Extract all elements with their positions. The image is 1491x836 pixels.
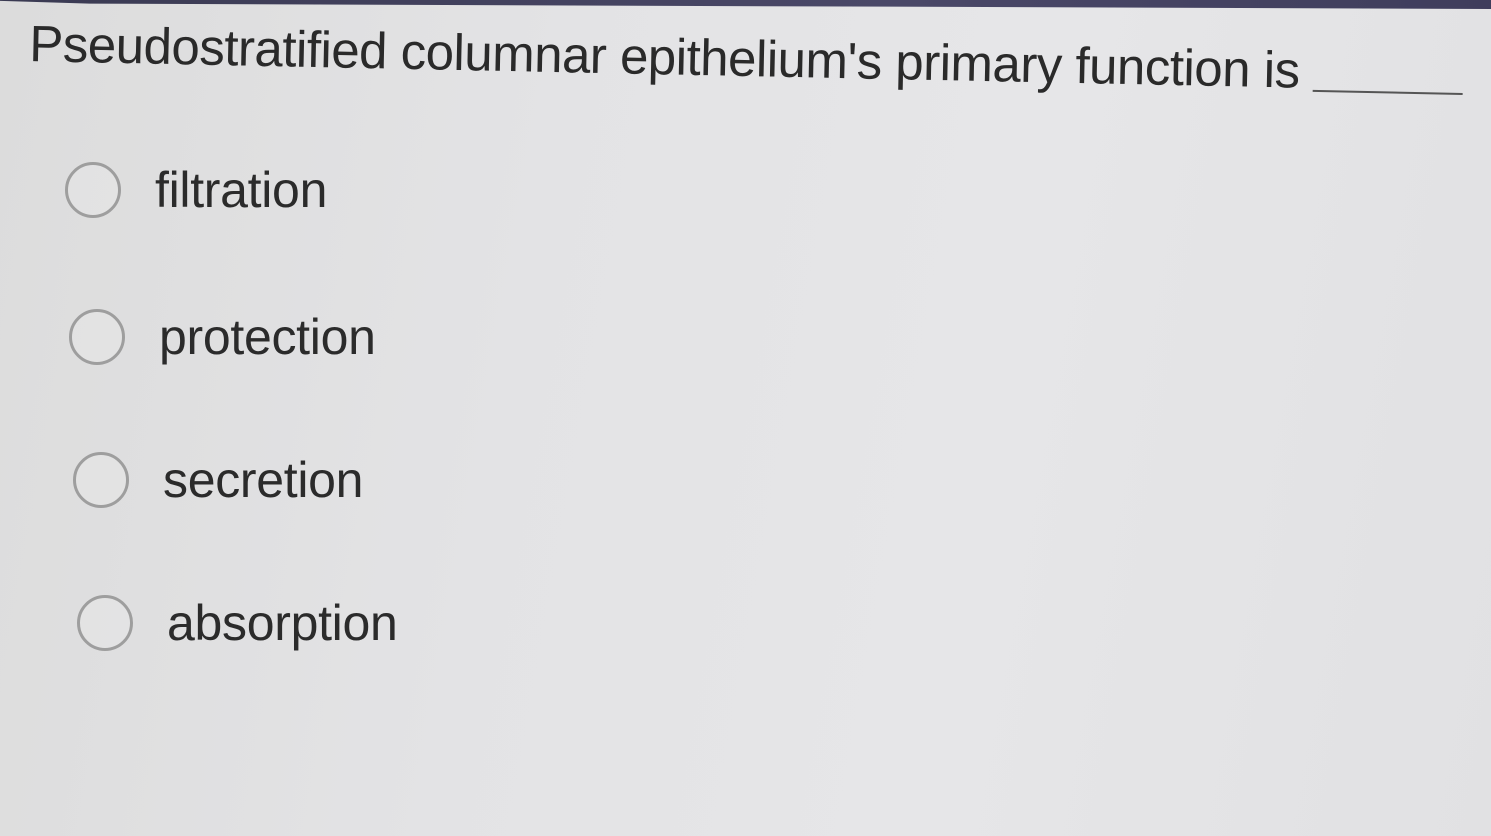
- option-filtration[interactable]: filtration: [65, 155, 327, 225]
- option-secretion[interactable]: secretion: [73, 445, 363, 515]
- radio-button-icon[interactable]: [69, 309, 125, 365]
- option-protection[interactable]: protection: [69, 302, 376, 372]
- answer-options: filtration protection secretion absorpti…: [0, 0, 1491, 836]
- option-label: protection: [159, 309, 376, 365]
- option-label: secretion: [163, 452, 364, 508]
- option-label: absorption: [167, 595, 398, 651]
- radio-button-icon[interactable]: [73, 452, 129, 508]
- option-label: filtration: [155, 162, 328, 218]
- option-absorption[interactable]: absorption: [77, 588, 398, 658]
- radio-button-icon[interactable]: [65, 162, 121, 218]
- radio-button-icon[interactable]: [77, 595, 133, 651]
